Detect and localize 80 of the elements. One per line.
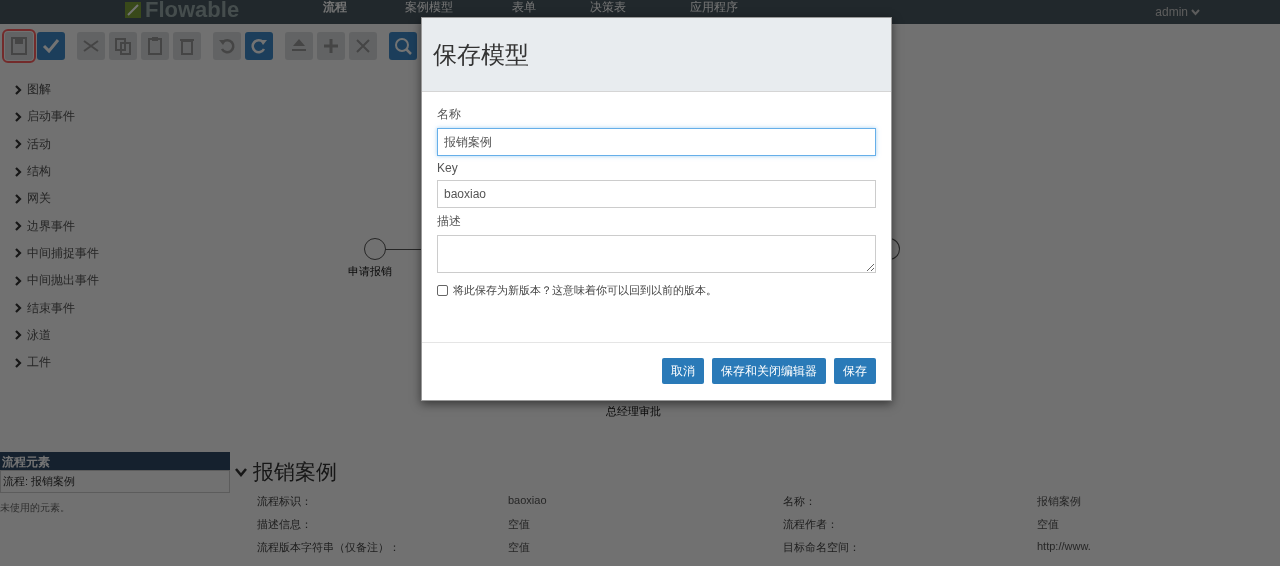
property-value: 空值	[508, 517, 531, 532]
toolbar-button[interactable]	[245, 32, 273, 60]
toolbar-button[interactable]	[349, 32, 377, 60]
property-label: 描述信息：	[257, 517, 313, 532]
node-label: 申请报销	[348, 264, 392, 279]
palette-label: 启动事件	[27, 108, 75, 126]
text-field[interactable]: 报销案例	[437, 128, 876, 156]
plus-icon	[321, 36, 341, 56]
properties-title: 报销案例	[253, 459, 337, 485]
undo-icon	[217, 36, 237, 56]
property-value: 报销案例	[1037, 494, 1082, 509]
panel-note: 未使用的元素。	[0, 501, 70, 515]
palette-label: 结构	[27, 163, 51, 181]
palette-label: 图解	[27, 81, 51, 99]
text-area[interactable]	[437, 235, 876, 273]
palette-item[interactable]: 边界事件	[0, 212, 75, 240]
dialog-button[interactable]: 保存	[834, 358, 876, 384]
palette-item[interactable]: 泳道	[0, 321, 51, 349]
palette-label: 网关	[27, 190, 51, 208]
palette-label: 活动	[27, 135, 51, 153]
toolbar-button[interactable]	[213, 32, 241, 60]
checkbox-label: 将此保存为新版本？这意味着你可以回到以前的版本。	[453, 283, 717, 298]
dialog-button[interactable]: 取消	[662, 358, 704, 384]
dialog-title: 保存模型	[433, 39, 529, 70]
palette-item[interactable]: 结束事件	[0, 294, 75, 322]
trash-icon	[177, 36, 197, 56]
property-value: 空值	[1037, 517, 1060, 532]
palette-item[interactable]: 中间捕捉事件	[0, 239, 99, 268]
palette-label: 中间抛出事件	[27, 272, 99, 290]
toolbar-button[interactable]	[109, 32, 137, 60]
property-label: 目标命名空间：	[783, 540, 861, 555]
node-label: 总经理审批	[606, 404, 661, 419]
property-label: 流程作者：	[783, 517, 839, 532]
palette-label: 工件	[27, 354, 51, 372]
palette-item[interactable]: 工件	[0, 348, 51, 377]
property-label: 名称：	[783, 494, 817, 509]
copy-icon	[113, 36, 133, 56]
palette-label: 边界事件	[27, 217, 75, 235]
palette-label: 中间捕捉事件	[27, 244, 99, 262]
toolbar-button[interactable]	[317, 32, 345, 60]
toolbar-button[interactable]	[173, 32, 201, 60]
property-label: 流程版本字符串（仅备注）：	[257, 540, 401, 555]
nav-tab[interactable]: 流程	[323, 1, 347, 14]
checkmark-icon	[41, 36, 61, 56]
text-field[interactable]: baoxiao	[437, 180, 876, 208]
toolbar-button[interactable]	[5, 32, 33, 60]
palette-item[interactable]: 活动	[0, 130, 51, 158]
toolbar-button[interactable]	[285, 32, 313, 60]
palette-item[interactable]: 网关	[0, 185, 51, 213]
property-label: 流程标识：	[257, 494, 313, 509]
palette-item[interactable]: 结构	[0, 157, 51, 186]
field-label: Key	[437, 161, 459, 175]
connector-line	[385, 249, 421, 250]
chevron-down-icon	[1191, 8, 1200, 16]
property-value: http://www.	[1037, 540, 1092, 554]
redo-icon	[249, 36, 269, 56]
palette-label: 泳道	[27, 326, 51, 344]
checkbox[interactable]	[437, 285, 448, 296]
palette-item[interactable]: 启动事件	[0, 103, 75, 131]
toolbar-button[interactable]	[141, 32, 169, 60]
dialog-button[interactable]: 保存和关闭编辑器	[712, 358, 826, 384]
palette-item[interactable]: 图解	[0, 76, 51, 104]
clipboard-icon	[145, 36, 165, 56]
toolbar-button[interactable]	[37, 32, 65, 60]
nav-tab[interactable]: 应用程序	[690, 1, 738, 14]
chevron-down-icon[interactable]	[235, 467, 247, 477]
toolbar-button[interactable]	[389, 32, 417, 60]
nav-tab[interactable]: 决策表	[590, 1, 626, 14]
field-label: 描述	[437, 213, 462, 230]
property-value: 空值	[508, 540, 531, 555]
field-label: 名称	[437, 106, 462, 123]
palette-item[interactable]: 中间抛出事件	[0, 267, 99, 295]
element-row[interactable]: 流程: 报销案例	[0, 470, 230, 493]
panel-header: 流程元素	[0, 452, 230, 470]
nav-tab[interactable]: 表单	[512, 1, 536, 14]
zoom-in-icon	[393, 36, 413, 56]
palette-label: 结束事件	[27, 299, 75, 317]
toolbar-button[interactable]	[77, 32, 105, 60]
nav-tab[interactable]: 案例模型	[405, 1, 453, 14]
property-value: baoxiao	[508, 494, 548, 508]
